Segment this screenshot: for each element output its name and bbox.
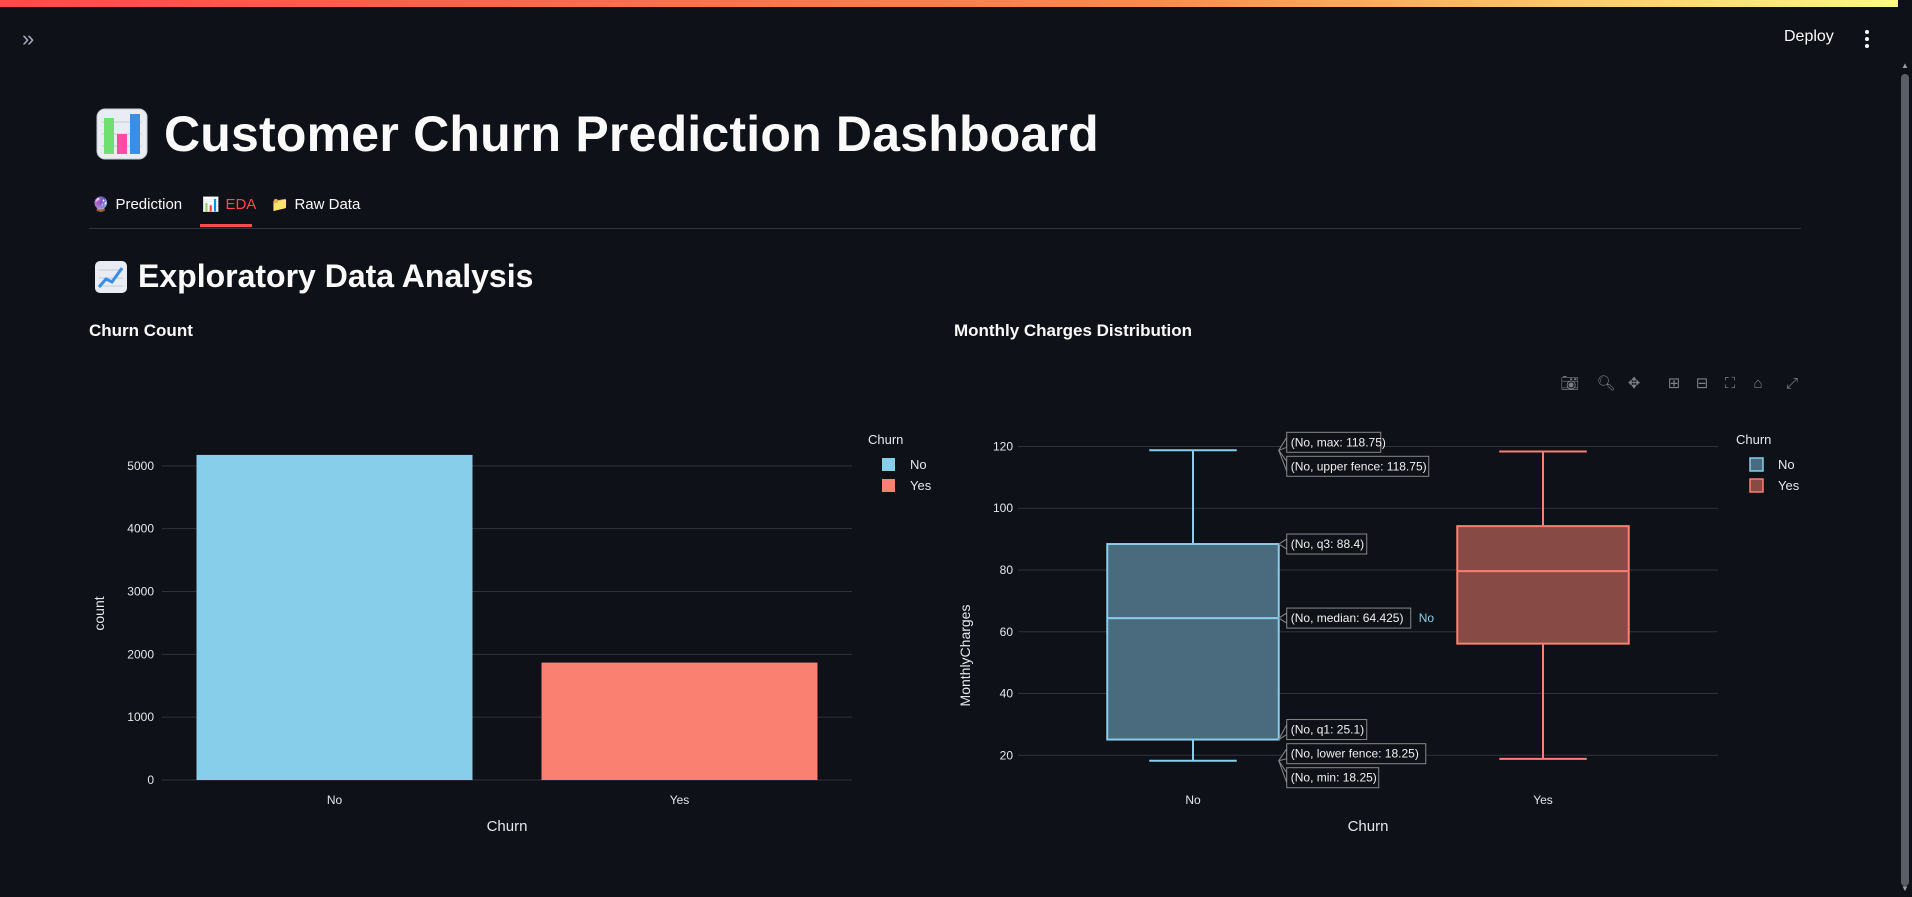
hover-pointer <box>1278 760 1288 783</box>
churn-count-chart: 0 1000 2000 3000 4000 5000 No Yes Churn count Chur… <box>91 431 1800 835</box>
y-tick-label: 100 <box>993 501 1013 515</box>
hover-pointer <box>1278 450 1288 472</box>
legend-swatch-no <box>1749 457 1764 472</box>
x-tick-label: Yes <box>670 793 690 807</box>
y-axis-label: count <box>91 596 107 630</box>
hover-pointer <box>1277 747 1288 762</box>
hover-label: (No, q1: 25.1) <box>1291 723 1364 737</box>
x-axis-label: Churn <box>1348 818 1389 835</box>
box-yes <box>1456 450 1630 760</box>
hover-label: (No, q3: 88.4) <box>1291 537 1364 551</box>
y-tick-label: 4000 <box>127 522 154 536</box>
hover-pointer <box>1277 538 1288 550</box>
legend-swatch-yes <box>882 479 895 492</box>
x-tick-label: No <box>327 793 343 807</box>
y-tick-label: 60 <box>1000 625 1014 639</box>
legend-label: No <box>1778 457 1795 472</box>
legend-label: Yes <box>1778 478 1800 493</box>
y-tick-label: 0 <box>147 773 154 787</box>
y-tick-label: 2000 <box>127 647 154 661</box>
hover-trace-name: No <box>1419 611 1435 625</box>
box-no <box>1106 449 1280 762</box>
hover-pointer <box>1277 612 1288 624</box>
hover-label: (No, lower fence: 18.25) <box>1291 747 1419 761</box>
hover-pointer <box>1277 724 1288 741</box>
y-tick-label: 5000 <box>127 459 154 473</box>
hover-label: (No, median: 64.425) <box>1291 611 1404 625</box>
hover-label: (No, upper fence: 118.75) <box>1291 459 1427 473</box>
bar-no <box>196 454 473 780</box>
x-tick-label: No <box>1185 793 1201 807</box>
y-tick-label: 20 <box>1000 748 1014 762</box>
legend-swatch-yes <box>1749 478 1764 493</box>
y-tick-label: 3000 <box>127 585 154 599</box>
legend-title: Churn <box>868 432 903 447</box>
x-tick-label: Yes <box>1533 793 1553 807</box>
y-tick-label: 80 <box>1000 563 1014 577</box>
iqr-box <box>1456 525 1630 645</box>
bar-yes <box>541 662 818 780</box>
legend-title: Churn <box>1736 432 1771 447</box>
legend-label: No <box>910 457 927 472</box>
x-axis-label: Churn <box>487 818 528 835</box>
hover-label: (No, max: 118.75) <box>1291 435 1386 449</box>
legend-label: Yes <box>910 478 932 493</box>
iqr-box <box>1106 543 1280 741</box>
hover-pointer <box>1277 435 1288 452</box>
y-tick-label: 1000 <box>127 710 154 724</box>
y-axis-label: MonthlyCharges <box>957 605 973 707</box>
y-tick-label: 120 <box>993 439 1013 453</box>
legend-swatch-no <box>882 458 895 471</box>
y-tick-label: 40 <box>1000 687 1014 701</box>
hover-label: (No, min: 18.25) <box>1291 771 1377 785</box>
